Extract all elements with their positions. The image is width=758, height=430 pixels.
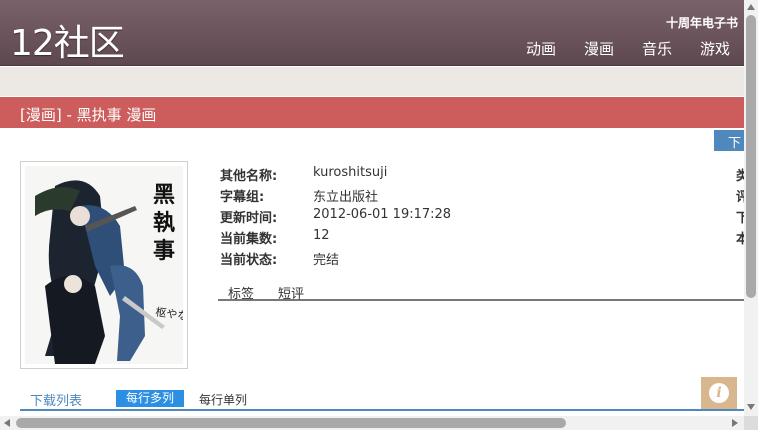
info-label: 当前状态: xyxy=(220,253,278,268)
info-value: 2012-06-01 19:17:28 xyxy=(313,207,452,222)
scroll-right-arrow-icon[interactable] xyxy=(732,419,738,427)
info-value: kuroshitsuji xyxy=(313,165,388,180)
cover-art: 黑 執 事 枢やな xyxy=(25,166,183,364)
info-label: 当前集数: xyxy=(220,232,278,247)
detail-tabs: 标签 短评 xyxy=(218,283,744,302)
horizontal-scroll-thumb[interactable] xyxy=(16,418,566,428)
info-label: 其他名称: xyxy=(220,169,278,184)
page-title-bar: [漫画] - 黑执事 漫画 xyxy=(0,97,744,128)
cover-title-char-1: 黑 xyxy=(153,182,175,208)
scroll-left-arrow-icon[interactable] xyxy=(4,419,10,427)
right-label: 类 xyxy=(736,169,744,184)
info-right-column: 类 评 下 本 xyxy=(736,163,744,247)
info-value: 完结 xyxy=(313,253,340,268)
info-button[interactable]: i xyxy=(701,377,737,409)
scroll-up-arrow-icon[interactable] xyxy=(747,4,755,10)
subheader-band xyxy=(0,67,744,96)
download-list-title: 下载列表 xyxy=(30,394,83,409)
tab-reviews[interactable]: 短评 xyxy=(278,283,304,302)
scrollbar-corner xyxy=(744,416,758,430)
scroll-down-arrow-icon[interactable] xyxy=(747,404,755,410)
site-logo[interactable]: 12社区 xyxy=(10,14,125,66)
info-value: 12 xyxy=(313,228,330,243)
main-nav: 动画 漫画 音乐 游戏 xyxy=(526,38,730,59)
nav-manga[interactable]: 漫画 xyxy=(584,38,614,59)
mode-single-column-button[interactable]: 每行单列 xyxy=(199,391,247,408)
nav-games[interactable]: 游戏 xyxy=(700,38,730,59)
info-label: 更新时间: xyxy=(220,211,278,226)
mode-multi-column-button[interactable]: 每行多列 xyxy=(116,390,185,407)
nav-anime[interactable]: 动画 xyxy=(526,38,556,59)
info-value[interactable]: 东立出版社 xyxy=(313,186,378,205)
vertical-scrollbar[interactable] xyxy=(744,0,758,416)
info-label: 字幕组: xyxy=(220,190,265,205)
cover-image[interactable]: 黑 執 事 枢やな xyxy=(20,161,188,369)
site-header: 12社区 十周年电子书 动画 漫画 音乐 游戏 xyxy=(0,0,744,66)
vertical-scroll-thumb[interactable] xyxy=(746,15,756,298)
cover-title-char-3: 事 xyxy=(153,238,175,264)
tagline-link[interactable]: 十周年电子书 xyxy=(666,14,738,31)
right-label: 下 xyxy=(736,211,744,226)
nav-music[interactable]: 音乐 xyxy=(642,38,672,59)
right-label: 本 xyxy=(736,232,744,247)
page-title: [漫画] - 黑执事 漫画 xyxy=(20,106,157,124)
cover-title-char-2: 執 xyxy=(153,210,175,236)
download-list-bar: 下载列表 每行多列 每行单列 xyxy=(20,389,744,411)
tab-tags[interactable]: 标签 xyxy=(228,283,254,302)
right-label: 评 xyxy=(736,190,744,205)
download-button[interactable]: 下 xyxy=(714,130,744,151)
horizontal-scrollbar[interactable] xyxy=(0,416,744,430)
info-icon: i xyxy=(709,383,729,403)
